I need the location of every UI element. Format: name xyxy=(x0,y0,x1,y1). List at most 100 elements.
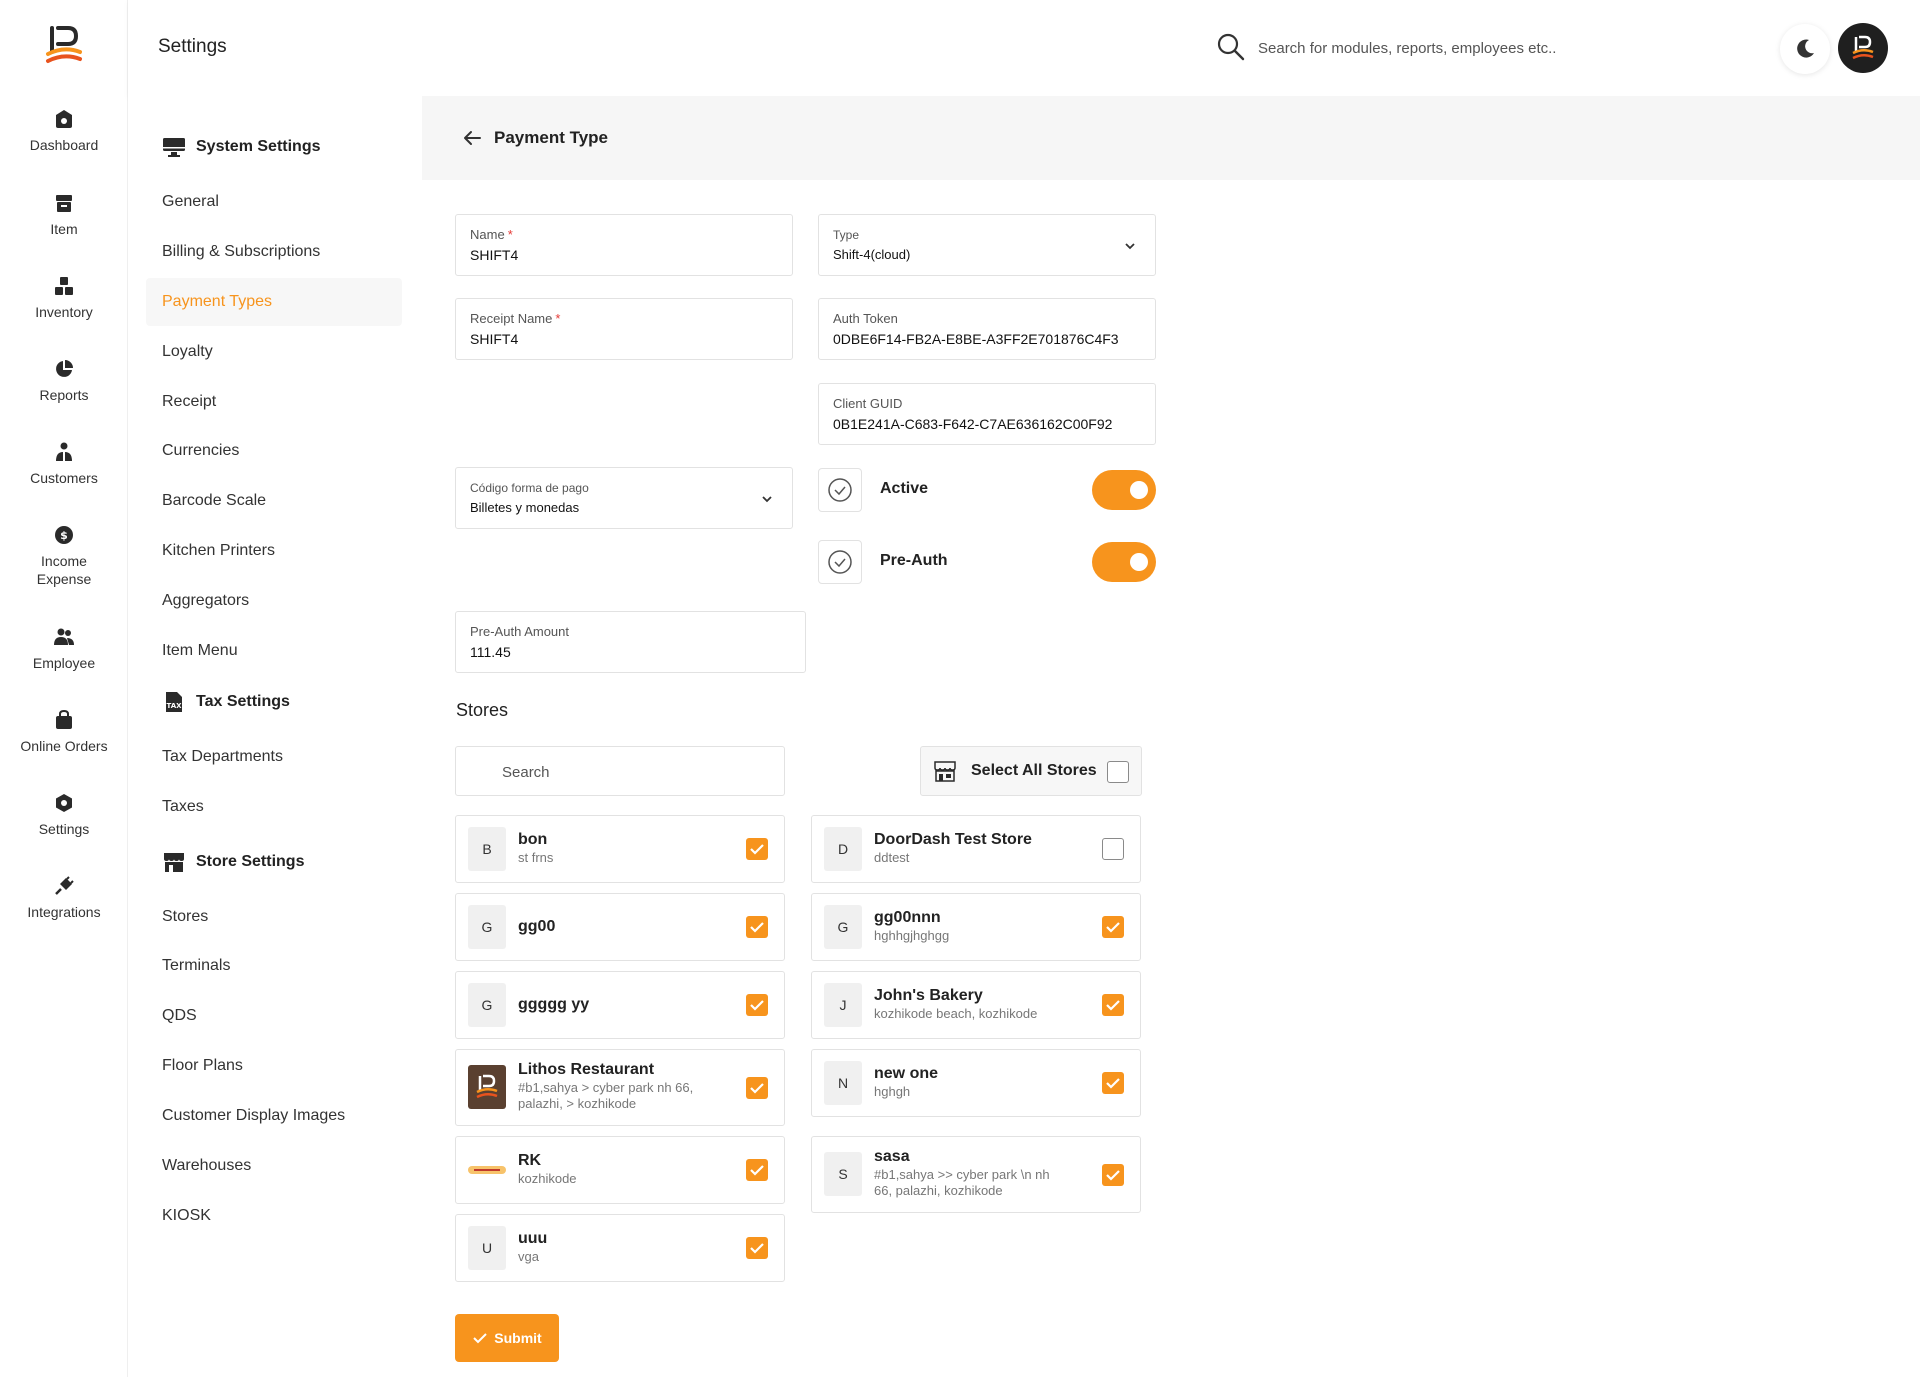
sidebar-item-stores[interactable]: Stores xyxy=(146,893,402,941)
store-search-input[interactable] xyxy=(502,761,762,783)
active-toggle[interactable] xyxy=(1092,470,1156,510)
rail-item-employee[interactable]: Employee xyxy=(0,626,128,672)
sidebar-item-loyalty[interactable]: Loyalty xyxy=(146,328,402,376)
rail-item-inventory[interactable]: Inventory xyxy=(0,275,128,321)
store-card[interactable]: D DoorDash Test Store ddtest xyxy=(811,815,1141,883)
pre-auth-check-box xyxy=(818,540,862,584)
section-system-settings: System Settings xyxy=(162,132,320,162)
sidebar-item-payment-types[interactable]: Payment Types xyxy=(146,278,402,326)
sidebar-item-kiosk[interactable]: KIOSK xyxy=(146,1192,402,1240)
rail-item-online-orders[interactable]: Online Orders xyxy=(0,709,128,755)
store-name: sasa xyxy=(874,1148,910,1165)
check-icon xyxy=(750,922,764,933)
store-checkbox[interactable] xyxy=(1102,1164,1124,1186)
rail-item-dashboard[interactable]: Dashboard xyxy=(0,108,128,154)
sidebar-item-aggregators[interactable]: Aggregators xyxy=(146,577,402,625)
store-checkbox[interactable] xyxy=(746,994,768,1016)
store-search[interactable] xyxy=(455,746,785,796)
theme-toggle-button[interactable] xyxy=(1780,24,1830,74)
rail-item-income-expense[interactable]: $ Income Expense xyxy=(0,524,128,588)
pre-auth-amount-value[interactable]: 111.45 xyxy=(470,644,791,660)
pre-auth-amount-field[interactable]: Pre-Auth Amount 111.45 xyxy=(455,611,806,673)
type-value[interactable]: Shift-4(cloud) xyxy=(833,247,1141,262)
sidebar-item-item-menu[interactable]: Item Menu xyxy=(146,627,402,675)
rail-item-settings[interactable]: Settings xyxy=(0,792,128,838)
store-card[interactable]: RK kozhikode xyxy=(455,1136,785,1204)
name-value[interactable]: SHIFT4 xyxy=(470,247,778,263)
auth-token-value[interactable]: 0DBE6F14-FB2A-E8BE-A3FF2E701876C4F3 xyxy=(833,331,1141,347)
search-icon[interactable] xyxy=(1216,32,1246,62)
search-input[interactable] xyxy=(1258,34,1628,62)
store-card[interactable]: U uuu vga xyxy=(455,1214,785,1282)
store-card[interactable]: S sasa #b1,sahya >> cyber park \n nh 66,… xyxy=(811,1136,1141,1213)
user-avatar[interactable] xyxy=(1838,23,1888,73)
client-guid-field[interactable]: Client GUID 0B1E241A-C683-F642-C7AE63616… xyxy=(818,383,1156,445)
store-name: gg00nnn xyxy=(874,909,941,926)
sidebar-item-kitchen-printers[interactable]: Kitchen Printers xyxy=(146,527,402,575)
section-label: Store Settings xyxy=(196,853,305,870)
store-checkbox[interactable] xyxy=(746,916,768,938)
sidebar-item-general[interactable]: General xyxy=(146,178,402,226)
store-checkbox[interactable] xyxy=(746,1077,768,1099)
chevron-down-icon[interactable] xyxy=(1123,239,1137,253)
rail-label: Item xyxy=(50,221,78,237)
global-search[interactable] xyxy=(1216,30,1636,66)
store-badge: J xyxy=(824,983,862,1027)
rail-item-customers[interactable]: Customers xyxy=(0,441,128,487)
store-card[interactable]: B bon st frns xyxy=(455,815,785,883)
submit-button[interactable]: Submit xyxy=(455,1314,559,1362)
sidebar-item-terminals[interactable]: Terminals xyxy=(146,942,402,990)
sidebar-item-tax-departments[interactable]: Tax Departments xyxy=(146,733,402,781)
type-select[interactable]: Type Shift-4(cloud) xyxy=(818,214,1156,276)
pre-auth-amount-label: Pre-Auth Amount xyxy=(470,624,569,639)
section-tax-settings: TAX Tax Settings xyxy=(162,687,290,717)
store-card[interactable]: G gg00nnn hghhgjhghgg xyxy=(811,893,1141,961)
store-card[interactable]: G ggggg yy xyxy=(455,971,785,1039)
store-card[interactable]: N new one hghgh xyxy=(811,1049,1141,1117)
sidebar-item-barcode-scale[interactable]: Barcode Scale xyxy=(146,477,402,525)
store-card[interactable]: G gg00 xyxy=(455,893,785,961)
sidebar-item-receipt[interactable]: Receipt xyxy=(146,378,402,426)
client-guid-label: Client GUID xyxy=(833,396,903,411)
store-checkbox[interactable] xyxy=(746,1159,768,1181)
pre-auth-toggle[interactable] xyxy=(1092,542,1156,582)
rail-item-item[interactable]: Item xyxy=(0,192,128,238)
store-card[interactable]: J John's Bakery kozhikode beach, kozhiko… xyxy=(811,971,1141,1039)
select-all-checkbox[interactable] xyxy=(1107,761,1129,783)
brand-logo[interactable] xyxy=(40,22,88,70)
plug-icon xyxy=(55,876,74,895)
sidebar-item-billing[interactable]: Billing & Subscriptions xyxy=(146,228,402,276)
store-checkbox[interactable] xyxy=(1102,1072,1124,1094)
store-checkbox[interactable] xyxy=(1102,916,1124,938)
store-card[interactable]: Lithos Restaurant #b1,sahya > cyber park… xyxy=(455,1049,785,1126)
store-address: vga xyxy=(518,1249,539,1264)
active-label: Active xyxy=(880,480,929,497)
sidebar-item-currencies[interactable]: Currencies xyxy=(146,427,402,475)
rail-label: Inventory xyxy=(35,304,93,320)
payment-code-value[interactable]: Billetes y monedas xyxy=(470,500,778,515)
page-title: Payment Type xyxy=(494,128,609,147)
receipt-name-field[interactable]: Receipt Name * SHIFT4 xyxy=(455,298,793,360)
sidebar-item-customer-display-images[interactable]: Customer Display Images xyxy=(146,1092,402,1140)
name-field[interactable]: Name * SHIFT4 xyxy=(455,214,793,276)
store-checkbox[interactable] xyxy=(746,1237,768,1259)
client-guid-value[interactable]: 0B1E241A-C683-F642-C7AE636162C00F92 xyxy=(833,416,1141,432)
sidebar-item-floor-plans[interactable]: Floor Plans xyxy=(146,1042,402,1090)
store-text: sasa #b1,sahya >> cyber park \n nh 66, p… xyxy=(874,1147,1054,1199)
sidebar-item-qds[interactable]: QDS xyxy=(146,992,402,1040)
svg-text:TAX: TAX xyxy=(166,702,182,710)
auth-token-field[interactable]: Auth Token 0DBE6F14-FB2A-E8BE-A3FF2E7018… xyxy=(818,298,1156,360)
rail-item-integrations[interactable]: Integrations xyxy=(0,875,128,921)
chevron-down-icon[interactable] xyxy=(760,492,774,506)
store-checkbox[interactable] xyxy=(1102,838,1124,860)
receipt-name-value[interactable]: SHIFT4 xyxy=(470,331,778,347)
store-checkbox[interactable] xyxy=(746,838,768,860)
select-all-stores[interactable]: Select All Stores xyxy=(920,746,1142,796)
store-checkbox[interactable] xyxy=(1102,994,1124,1016)
name-label-text: Name xyxy=(470,227,505,242)
back-arrow-icon[interactable] xyxy=(460,126,484,150)
sidebar-item-taxes[interactable]: Taxes xyxy=(146,783,402,831)
payment-code-select[interactable]: Código forma de pago Billetes y monedas xyxy=(455,467,793,529)
rail-item-reports[interactable]: Reports xyxy=(0,358,128,404)
sidebar-item-warehouses[interactable]: Warehouses xyxy=(146,1142,402,1190)
